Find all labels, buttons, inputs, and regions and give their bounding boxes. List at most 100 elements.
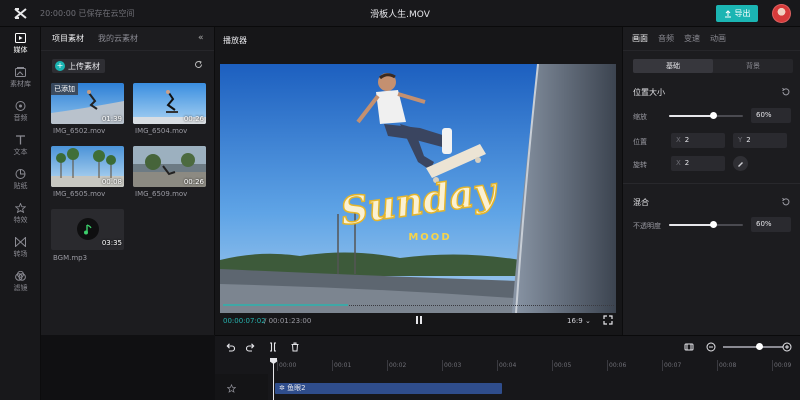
export-button[interactable]: 导出	[716, 5, 758, 22]
tab-project-media[interactable]: 项目素材	[52, 33, 84, 44]
tab-picture[interactable]: 画面	[632, 33, 648, 44]
ruler-tick-label: 00:02	[389, 362, 407, 369]
media-panel: 项目素材 我的云素材 « + 上传素材 已添加 01:39 IMG_6502.m…	[41, 27, 215, 335]
app-logo-icon[interactable]	[0, 0, 40, 27]
ruler-tick-label: 00:03	[444, 362, 462, 369]
top-bar: 20:00:00 已保存在云空间 滑板人生.MOV 导出	[0, 0, 800, 27]
zoom-in-icon[interactable]	[782, 342, 792, 352]
x-axis-label: X	[676, 136, 681, 144]
library-icon	[15, 67, 26, 77]
thumb-duration: 00:08	[101, 178, 122, 186]
ruler-tick-label: 00:00	[279, 362, 297, 369]
overlay-subtitle: MOOD	[408, 232, 451, 243]
tab-speed[interactable]: 变速	[684, 33, 700, 44]
ruler-tick-label: 00:04	[499, 362, 517, 369]
upload-button[interactable]: + 上传素材	[52, 59, 105, 73]
refresh-icon[interactable]	[194, 60, 203, 72]
rail-item-sticker[interactable]: 贴纸	[0, 163, 41, 197]
rail-item-media[interactable]: 媒体	[0, 27, 41, 61]
delete-icon[interactable]	[290, 342, 300, 352]
scale-slider-knob[interactable]	[710, 112, 718, 119]
avatar[interactable]	[772, 4, 791, 23]
position-x-value: 2	[684, 136, 690, 144]
aspect-ratio-select[interactable]: 16:9 ⌄	[567, 317, 591, 325]
collapse-panel-icon[interactable]: «	[198, 33, 204, 43]
opacity-slider-knob[interactable]	[710, 221, 718, 228]
ruler-tick	[552, 360, 553, 371]
upload-label: 上传素材	[68, 61, 100, 71]
split-icon[interactable]	[268, 342, 278, 352]
segment-background[interactable]: 背景	[713, 59, 793, 73]
position-y-field[interactable]: Y2	[733, 133, 787, 148]
rail-item-text[interactable]: 文本	[0, 129, 41, 163]
position-x-field[interactable]: X2	[671, 133, 725, 148]
track-header	[215, 374, 268, 400]
ruler-tick	[387, 360, 388, 371]
timeline-ruler[interactable]: 00:00 00:01 00:02 00:03 00:04 00:05 00:06 00:07…	[215, 360, 800, 374]
rotate-field[interactable]: X2	[671, 156, 725, 171]
scrubber-progress	[223, 304, 349, 306]
rail-label: 转场	[13, 250, 28, 258]
segment-basic[interactable]: 基础	[633, 59, 713, 73]
opacity-value-field[interactable]: 60%	[751, 217, 791, 232]
rail-label: 媒体	[13, 46, 28, 54]
media-thumb-3[interactable]: 00:08	[51, 146, 124, 187]
media-tabs: 项目素材 我的云素材	[41, 27, 214, 51]
effects-track-icon	[227, 384, 236, 393]
position-size-heading: 位置大小	[633, 88, 665, 97]
chevron-down-icon: ⌄	[584, 317, 591, 325]
scale-slider-fill	[669, 115, 714, 117]
media-thumb-audio[interactable]: 03:35	[51, 209, 124, 250]
y-axis-label: Y	[738, 136, 743, 144]
media-name: IMG_6505.mov	[53, 190, 106, 198]
aspect-ratio-value: 16:9	[567, 317, 583, 325]
playhead[interactable]	[273, 360, 274, 400]
reset-icon[interactable]	[781, 87, 791, 97]
rotate-label: 旋转	[633, 161, 647, 169]
zoom-slider-knob[interactable]	[756, 343, 763, 350]
media-thumb-2[interactable]: 00:26	[133, 83, 206, 124]
tab-audio[interactable]: 音频	[658, 33, 674, 44]
fullscreen-icon[interactable]	[603, 315, 613, 325]
basic-background-toggle: 基础 背景	[633, 59, 793, 73]
ruler-tick	[442, 360, 443, 371]
ruler-tick	[497, 360, 498, 371]
zoom-slider[interactable]	[723, 346, 783, 348]
ruler-tick	[277, 360, 278, 371]
current-time: 00:00:07:02	[223, 317, 266, 325]
scale-slider[interactable]	[669, 112, 743, 119]
rail-item-audio[interactable]: 音频	[0, 95, 41, 129]
effect-clip[interactable]: ✲ 鱼眼2	[275, 383, 502, 394]
video-preview[interactable]: Sunday MOOD	[220, 64, 616, 313]
section-divider	[623, 183, 800, 184]
timeline-toolbar	[215, 336, 800, 358]
rail-label: 贴纸	[13, 182, 28, 190]
zoom-out-icon[interactable]	[706, 342, 716, 352]
opacity-label: 不透明度	[633, 222, 661, 230]
undo-icon[interactable]	[225, 342, 235, 352]
export-label: 导出	[734, 9, 751, 18]
rail-item-filter[interactable]: 滤镜	[0, 265, 41, 299]
keyframe-button[interactable]	[733, 156, 748, 171]
tab-animation[interactable]: 动画	[710, 33, 726, 44]
rail-item-library[interactable]: 素材库	[0, 61, 41, 95]
media-thumb-1[interactable]: 已添加 01:39	[51, 83, 124, 124]
scale-value-field[interactable]: 60%	[751, 108, 791, 123]
thumb-duration: 01:39	[101, 115, 122, 123]
rail-item-transition[interactable]: 转场	[0, 231, 41, 265]
property-tabs: 画面 音频 变速 动画	[623, 27, 800, 51]
pause-icon[interactable]	[414, 315, 424, 325]
rail-item-effects[interactable]: 特效	[0, 197, 41, 231]
opacity-slider-fill	[669, 224, 714, 226]
media-name: IMG_6502.mov	[53, 127, 106, 135]
media-name: IMG_6509.mov	[135, 190, 188, 198]
reset-icon[interactable]	[781, 197, 791, 207]
opacity-slider[interactable]	[669, 221, 743, 228]
pen-icon	[738, 162, 743, 167]
tab-cloud-media[interactable]: 我的云素材	[98, 33, 138, 44]
media-thumb-4[interactable]: 00:26	[133, 146, 206, 187]
redo-icon[interactable]	[246, 342, 256, 352]
magnet-snap-icon[interactable]	[684, 342, 694, 352]
filter-icon	[15, 271, 26, 281]
thumb-duration: 00:26	[183, 178, 204, 186]
